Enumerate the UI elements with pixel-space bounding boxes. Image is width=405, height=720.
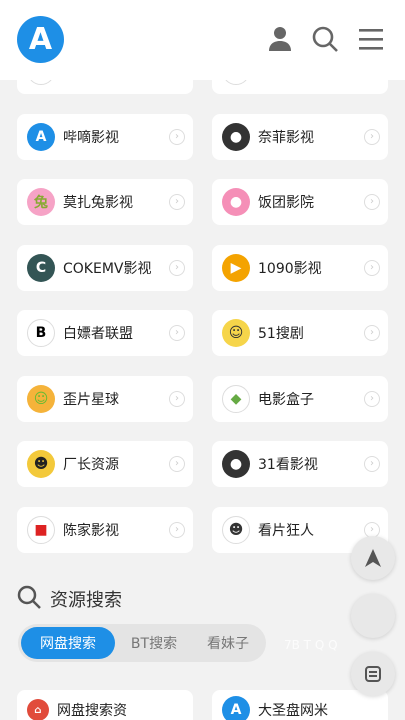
watermark: 7B T Q Q xyxy=(284,638,338,652)
site-name: 看片狂人 xyxy=(258,522,314,539)
sidebar-toggle-button[interactable] xyxy=(351,652,395,696)
site-card[interactable]: ■ 陈家影视 › xyxy=(17,506,193,553)
site-card[interactable]: ● 饭团影院 › xyxy=(212,179,388,225)
netdisk-card[interactable]: ⌂ 网盘搜索资 xyxy=(17,690,193,720)
b-logo-icon: B xyxy=(27,319,55,347)
red-logo-icon: ■ xyxy=(27,515,55,544)
search-icon xyxy=(16,584,42,614)
site-name: 奈菲影视 xyxy=(258,129,314,146)
site-icon: A xyxy=(222,696,250,720)
site-name: 厂长资源 xyxy=(63,457,119,473)
chevron-right-icon: › xyxy=(169,128,185,145)
site-name: 哔嘀影视 xyxy=(63,129,119,146)
site-card[interactable]: ◆ 电影盒子 › xyxy=(212,375,388,422)
menu-icon[interactable] xyxy=(356,24,386,54)
mascot-icon: ☺ xyxy=(222,319,250,347)
A-logo-icon: A xyxy=(27,122,55,151)
sunglasses-icon: ☻ xyxy=(27,450,55,478)
site-name: 陈家影视 xyxy=(63,522,119,539)
site-name: COKEMV影视 xyxy=(63,260,152,277)
chevron-right-icon: › xyxy=(364,259,380,276)
top-bar: A xyxy=(0,0,405,80)
site-card[interactable]: A 哔嘀影视 › xyxy=(17,113,193,160)
site-card[interactable]: ● 奈菲影视 › xyxy=(212,113,388,160)
search-tabs: 网盘搜索 BT搜索 看妹子 xyxy=(18,624,266,662)
face-icon: ☻ xyxy=(222,515,250,544)
site-name: 歪片星球 xyxy=(63,391,119,408)
chevron-right-icon: › xyxy=(364,390,380,407)
site-name: 51搜剧 xyxy=(258,326,304,342)
site-name: 莫扎兔影视 xyxy=(63,195,133,211)
tab-netdisk-search[interactable]: 网盘搜索 xyxy=(21,627,115,659)
site-card[interactable]: C COKEMV影视 › xyxy=(17,244,193,291)
site-logo[interactable]: A xyxy=(17,16,64,63)
chevron-right-icon: › xyxy=(169,325,185,341)
tab-bt-search[interactable]: BT搜索 xyxy=(118,627,190,659)
site-card[interactable]: ● 31看影视 › xyxy=(212,441,388,487)
back-to-top-button[interactable] xyxy=(351,536,395,580)
site-card[interactable]: ☺ 歪片星球 › xyxy=(17,375,193,422)
chevron-right-icon: › xyxy=(169,259,185,276)
search-icon[interactable] xyxy=(310,24,340,54)
globe-icon: ● xyxy=(222,450,250,478)
chevron-right-icon: › xyxy=(364,325,380,341)
site-name: 1090影视 xyxy=(258,260,322,277)
site-icon: ⌂ xyxy=(27,699,49,720)
netdisk-card[interactable]: A 大圣盘网米 xyxy=(212,690,388,720)
site-card[interactable]: ☻ 厂长资源 › xyxy=(17,441,193,487)
site-card[interactable]: ▶ 1090影视 › xyxy=(212,244,388,291)
section-title: 资源搜索 xyxy=(50,590,122,611)
user-icon[interactable] xyxy=(265,24,295,54)
chevron-right-icon: › xyxy=(169,390,185,407)
chevron-right-icon: › xyxy=(364,456,380,472)
site-name: 31看影视 xyxy=(258,457,318,473)
chevron-right-icon: › xyxy=(169,194,185,210)
site-card[interactable]: 兔莫扎兔影视 › xyxy=(17,179,193,225)
rabbit-icon: 兔 xyxy=(27,188,55,216)
chevron-right-icon: › xyxy=(364,194,380,210)
site-name: 电影盒子 xyxy=(258,391,314,408)
site-name: 白嫖者联盟 xyxy=(63,326,133,342)
site-card[interactable]: ☺ 51搜剧 › xyxy=(212,310,388,356)
site-name: 饭团影院 xyxy=(258,195,314,211)
smiley-icon: ☺ xyxy=(27,384,55,413)
chevron-right-icon: › xyxy=(364,128,380,145)
resource-search-heading: 资源搜索 xyxy=(16,584,122,614)
globe-icon: ● xyxy=(222,122,250,151)
coke-icon: C xyxy=(27,253,55,282)
play-icon: ▶ xyxy=(222,253,250,282)
box-icon: ◆ xyxy=(222,384,250,413)
ticket-icon: ● xyxy=(222,188,250,216)
chevron-right-icon: › xyxy=(169,521,185,538)
chevron-right-icon: › xyxy=(169,456,185,472)
blank-float-button[interactable] xyxy=(351,594,395,638)
tab-girls[interactable]: 看妹子 xyxy=(193,627,263,659)
site-card[interactable]: B 白嫖者联盟 › xyxy=(17,310,193,356)
